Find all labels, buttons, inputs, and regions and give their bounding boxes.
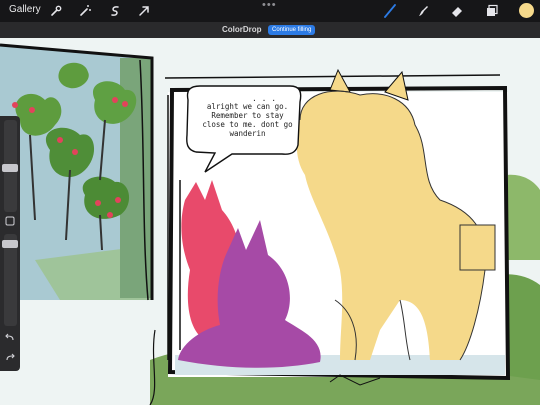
undo-icon[interactable] — [5, 333, 15, 343]
continue-filling-button[interactable]: Continue filling — [268, 25, 316, 35]
brush-sidebar — [0, 116, 20, 371]
document-status-bar: ColorDrop Continue filling — [0, 22, 540, 38]
smudge-icon[interactable] — [416, 4, 430, 18]
brush-size-slider[interactable] — [2, 120, 18, 212]
redo-icon[interactable] — [5, 353, 15, 363]
selection-icon[interactable] — [108, 4, 122, 18]
color-swatch[interactable] — [519, 3, 534, 18]
opacity-handle[interactable] — [2, 240, 18, 248]
brush-icon[interactable] — [383, 4, 397, 18]
brush-size-handle[interactable] — [2, 164, 18, 172]
magic-wand-icon[interactable] — [78, 4, 92, 18]
transform-icon[interactable] — [137, 4, 151, 18]
wrench-icon[interactable] — [49, 4, 63, 18]
modify-square-icon[interactable] — [5, 216, 15, 226]
drawing-canvas[interactable]: . . . alright we can go. Remember to sta… — [0, 38, 540, 405]
layers-icon[interactable] — [485, 4, 499, 18]
speech-bubble-text: alright we can go. Remember to stay clos… — [202, 102, 293, 138]
top-toolbar: Gallery ••• — [0, 0, 540, 22]
opacity-slider[interactable] — [2, 234, 18, 326]
gallery-button[interactable]: Gallery — [9, 4, 41, 15]
eraser-icon[interactable] — [450, 4, 464, 18]
document-name: ColorDrop — [222, 25, 262, 34]
more-menu-dots[interactable]: ••• — [262, 0, 277, 11]
